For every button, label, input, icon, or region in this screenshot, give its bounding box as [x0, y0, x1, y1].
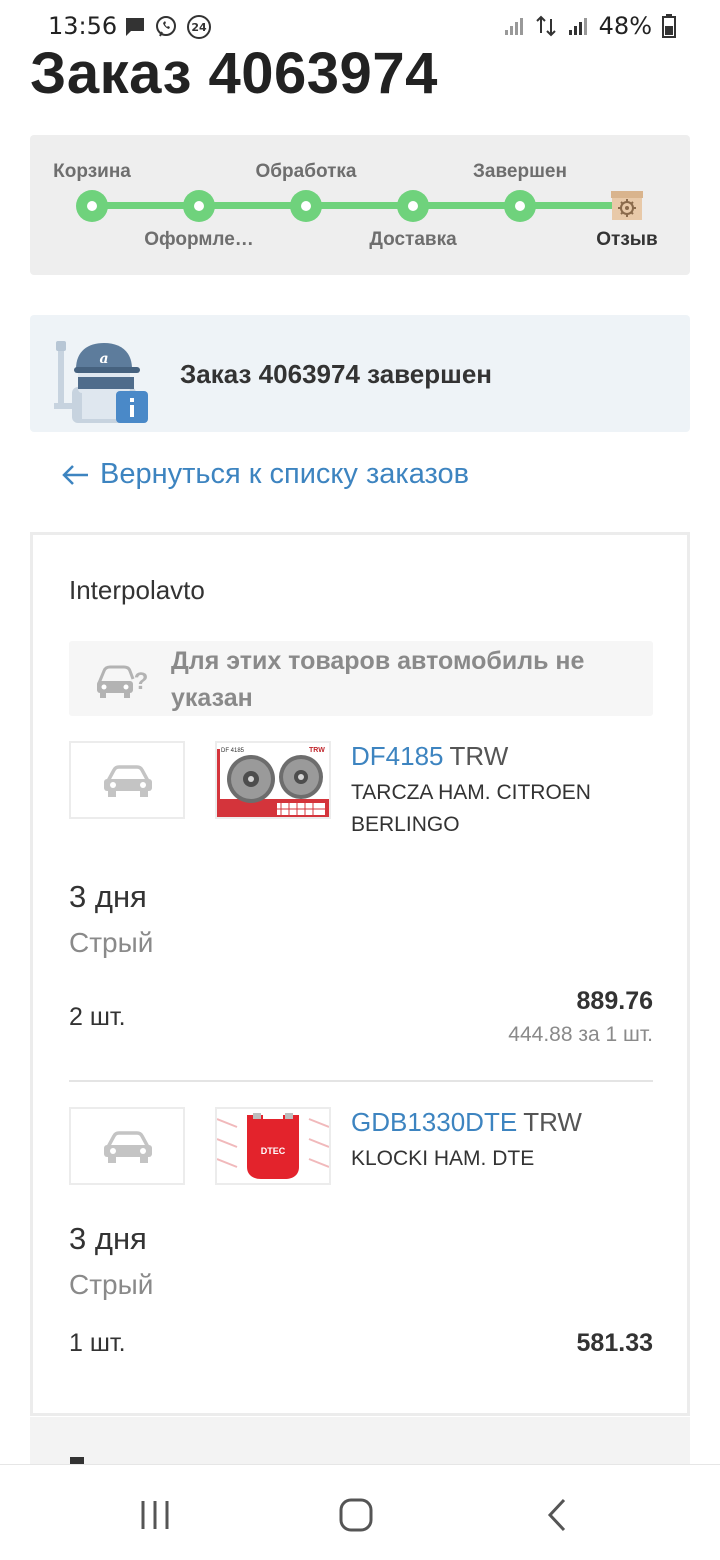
step-label-cart: Корзина	[53, 161, 131, 182]
viber-icon	[156, 16, 176, 37]
badge-24-icon: 24	[187, 15, 211, 39]
item-total-price: 581.33	[576, 1329, 653, 1357]
back-link-label: Вернуться к списку заказов	[100, 458, 470, 490]
back-icon[interactable]	[538, 1495, 578, 1535]
system-nav-bar	[0, 1464, 720, 1560]
step-node-completed	[504, 190, 536, 222]
item-quantity: 2 шт.	[69, 1003, 126, 1031]
car-icon	[104, 765, 152, 797]
order-status-card: a Заказ 4063974 завершен	[30, 315, 690, 432]
item-city: Стрый	[69, 927, 154, 958]
battery-percent: 48%	[598, 12, 652, 40]
order-progress: Корзина Оформле… Обработка Доставка Заве…	[30, 135, 690, 275]
page-title: Заказ 4063974	[30, 41, 438, 106]
item-code[interactable]: DF4185 TRW	[351, 741, 508, 772]
car-icon	[104, 1131, 152, 1163]
step-node-processing	[290, 190, 322, 222]
item-unit-price: 444.88 за 1 шт.	[508, 1023, 653, 1046]
car-question-icon: ?	[97, 665, 147, 698]
signal-icon	[504, 18, 523, 35]
item-divider	[69, 1080, 653, 1082]
item-code-label: DF4185	[351, 741, 444, 771]
support-robot-icon: a	[54, 341, 148, 423]
item-description: KLOCKI HAM. DTE	[351, 1147, 535, 1170]
item-delivery-time: 3 дня	[69, 1221, 147, 1256]
badge-24-text: 24	[191, 21, 207, 34]
brake-disc-icon: DF 4185 TRW	[217, 747, 329, 817]
item-quantity: 1 шт.	[69, 1329, 126, 1357]
progress-track	[92, 202, 627, 209]
back-to-orders-link[interactable]: Вернуться к списку заказов	[60, 458, 469, 491]
brake-pads-icon: DTEC	[217, 1113, 329, 1179]
item-delivery-time: 3 дня	[69, 879, 147, 914]
system-icons: 48%	[503, 12, 676, 40]
no-car-notice-text: Для этих товаров автомобиль не указан	[171, 647, 585, 712]
message-icon	[126, 18, 144, 36]
step-node-checkout	[183, 190, 215, 222]
svg-text:TRW: TRW	[309, 747, 325, 754]
item-code-label: GDB1330DTE	[351, 1107, 518, 1137]
step-label-processing: Обработка	[255, 161, 357, 182]
battery-icon	[662, 14, 676, 38]
item-total-price: 889.76	[576, 987, 653, 1015]
step-node-delivery	[397, 190, 429, 222]
no-car-notice: ? Для этих товаров автомобиль не указан	[69, 641, 653, 716]
step-label-checkout: Оформле…	[144, 229, 254, 250]
car-placeholder	[69, 1107, 185, 1185]
order-card: Interpolavto ? Для этих товаров автомоби…	[30, 532, 690, 1416]
item-brand: TRW	[449, 741, 509, 771]
item-city: Стрый	[69, 1269, 154, 1300]
svg-text:?: ?	[134, 668, 147, 695]
product-image-brake-disc[interactable]: DF 4185 TRW	[215, 741, 331, 819]
step-label-review: Отзыв	[596, 229, 658, 250]
product-image-brake-pads[interactable]: DTEC	[215, 1107, 331, 1185]
seller-name: Interpolavto	[69, 575, 205, 605]
step-label-completed: Завершен	[473, 161, 567, 182]
car-placeholder	[69, 741, 185, 819]
step-node-cart	[76, 190, 108, 222]
svg-text:a: a	[99, 351, 108, 367]
recent-apps-icon[interactable]	[135, 1495, 175, 1535]
order-status-text: Заказ 4063974 завершен	[180, 359, 492, 389]
arrow-left-icon	[62, 464, 88, 485]
notification-icons: 24	[124, 14, 212, 40]
item-description: TARCZA HAM. CITROEN BERLINGO	[351, 781, 591, 836]
item-code[interactable]: GDB1330DTE TRW	[351, 1107, 582, 1138]
svg-text:DF 4185: DF 4185	[221, 748, 245, 754]
status-time: 13:56	[48, 12, 118, 40]
review-box-icon	[611, 191, 643, 220]
step-label-delivery: Доставка	[369, 229, 457, 250]
data-transfer-icon	[535, 15, 556, 37]
item-brand: TRW	[523, 1107, 582, 1137]
home-icon[interactable]	[336, 1495, 376, 1535]
next-section-peek	[30, 1417, 690, 1467]
svg-text:DTEC: DTEC	[261, 1146, 286, 1156]
signal-2-icon	[568, 18, 587, 35]
